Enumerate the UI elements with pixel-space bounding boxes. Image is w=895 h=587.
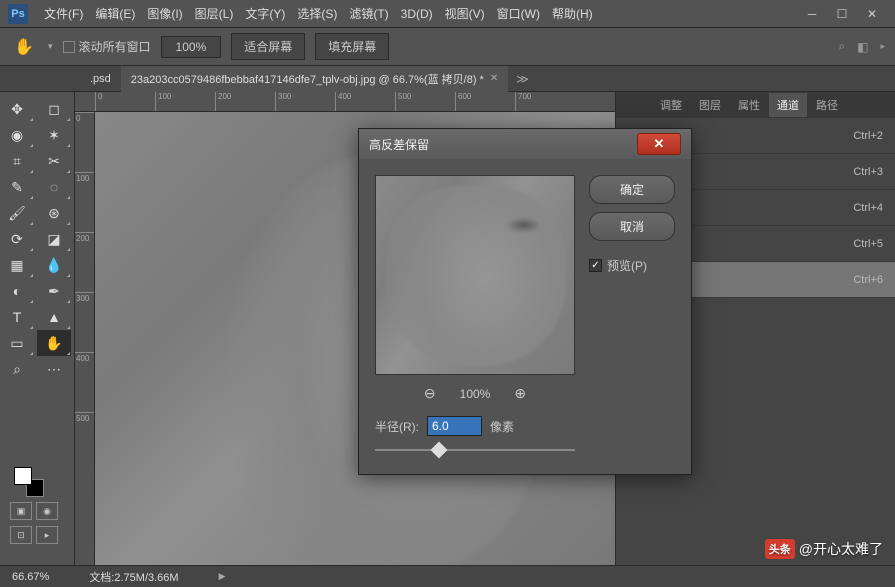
foreground-color[interactable] — [14, 467, 32, 485]
brush-tool[interactable]: 🖌 — [0, 200, 34, 226]
edit-toolbar[interactable]: ⋯ — [37, 356, 71, 382]
menu-select[interactable]: 选择(S) — [291, 5, 343, 22]
scroll-all-label: 滚动所有窗口 — [79, 38, 151, 55]
menu-bar: Ps 文件(F) 编辑(E) 图像(I) 图层(L) 文字(Y) 选择(S) 滤… — [0, 0, 895, 28]
zoom-level-box[interactable]: 100% — [161, 36, 222, 58]
tab-adjustments[interactable]: 调整 — [652, 93, 690, 117]
tabs-overflow-icon[interactable]: ≫ — [516, 72, 529, 86]
eraser-tool[interactable]: ◪ — [37, 226, 71, 252]
watermark: 头条 @开心太难了 — [765, 539, 883, 559]
fill-screen-button[interactable]: 填充屏幕 — [315, 33, 389, 60]
preview-zoom-value: 100% — [460, 387, 491, 401]
status-bar: 66.67% 文档:2.75M/3.66M ▶ — [0, 565, 895, 587]
chevron-down-icon[interactable]: ▾ — [48, 41, 53, 52]
menu-type[interactable]: 文字(Y) — [239, 5, 291, 22]
menu-window[interactable]: 窗口(W) — [491, 5, 546, 22]
zoom-tool[interactable]: ⌕ — [0, 356, 34, 382]
path-select-tool[interactable]: ▲ — [37, 304, 71, 330]
hand-tool[interactable]: ✋ — [37, 330, 71, 356]
scroll-all-checkbox[interactable]: 滚动所有窗口 — [63, 38, 151, 55]
dialog-titlebar[interactable]: 高反差保留 ✕ — [359, 129, 691, 159]
tab-paths[interactable]: 路径 — [808, 93, 846, 117]
lasso-tool[interactable]: ◉ — [0, 122, 34, 148]
watermark-brand: 头条 — [765, 539, 795, 559]
menu-image[interactable]: 图像(I) — [141, 5, 188, 22]
zoom-in-icon[interactable]: ⊕ — [514, 385, 526, 402]
type-tool[interactable]: T — [0, 304, 34, 330]
marquee-tool[interactable]: ◻ — [37, 96, 71, 122]
workspace-icon[interactable]: ◧ — [857, 40, 868, 54]
dialog-preview-image[interactable] — [375, 175, 575, 375]
chevron-right-icon[interactable]: ▸ — [36, 526, 58, 544]
gradient-tool[interactable]: ▦ — [0, 252, 34, 278]
stamp-tool[interactable]: ⊛ — [37, 200, 71, 226]
blur-tool[interactable]: 💧 — [37, 252, 71, 278]
fit-screen-button[interactable]: 适合屏幕 — [231, 33, 305, 60]
magic-wand-tool[interactable]: ✶ — [37, 122, 71, 148]
options-bar: ✋ ▾ 滚动所有窗口 100% 适合屏幕 填充屏幕 ⌕ ◧ ▸ — [0, 28, 895, 66]
tab-psd[interactable]: .psd — [80, 66, 121, 92]
tab-layers[interactable]: 图层 — [691, 93, 729, 117]
radius-label: 半径(R): — [375, 418, 419, 435]
app-logo: Ps — [8, 4, 28, 24]
screen-mode-icon[interactable]: ⊡ — [10, 526, 32, 544]
tab-jpg[interactable]: 23a203cc0579486fbebbaf417146dfe7_tplv-ob… — [121, 66, 508, 92]
maximize-button[interactable]: ☐ — [827, 4, 857, 24]
close-window-button[interactable]: ✕ — [857, 4, 887, 24]
menu-layer[interactable]: 图层(L) — [189, 5, 240, 22]
eyedropper-tool[interactable]: ✎ — [0, 174, 34, 200]
menu-help[interactable]: 帮助(H) — [546, 5, 599, 22]
menu-view[interactable]: 视图(V) — [439, 5, 491, 22]
document-tabs: .psd 23a203cc0579486fbebbaf417146dfe7_tp… — [0, 66, 895, 92]
status-doc: 文档:2.75M/3.66M — [89, 569, 178, 585]
horizontal-ruler: 0100200300400500600700 — [75, 92, 615, 112]
dialog-title-text: 高反差保留 — [369, 136, 429, 153]
menu-filter[interactable]: 滤镜(T) — [343, 5, 394, 22]
cancel-button[interactable]: 取消 — [589, 212, 675, 241]
dialog-close-button[interactable]: ✕ — [637, 133, 681, 155]
quickmask-mode-icon[interactable]: ◉ — [36, 502, 58, 520]
checkbox-icon: ✓ — [589, 259, 602, 272]
watermark-text: @开心太难了 — [799, 539, 883, 559]
crop-tool[interactable]: ⌗ — [0, 148, 34, 174]
search-icon[interactable]: ⌕ — [838, 39, 845, 54]
preview-checkbox[interactable]: ✓ 预览(P) — [589, 257, 675, 274]
slice-tool[interactable]: ✂ — [37, 148, 71, 174]
preview-label: 预览(P) — [607, 257, 647, 274]
shape-tool[interactable]: ▭ — [0, 330, 34, 356]
tab-label: .psd — [90, 73, 111, 85]
ok-button[interactable]: 确定 — [589, 175, 675, 204]
minimize-button[interactable]: ─ — [797, 4, 827, 24]
patch-tool[interactable]: ◌ — [37, 174, 71, 200]
standard-mode-icon[interactable]: ▣ — [10, 502, 32, 520]
radius-input[interactable] — [427, 416, 482, 436]
history-brush-tool[interactable]: ⟳ — [0, 226, 34, 252]
status-zoom: 66.67% — [12, 571, 49, 583]
tools-panel: ✥ ◻ ◉ ✶ ⌗ ✂ ✎ ◌ 🖌 ⊛ ⟳ ◪ ▦ 💧 ◐ ✒ T ▲ ▭ ✋ … — [0, 92, 75, 565]
close-tab-icon[interactable]: ✕ — [490, 73, 498, 84]
chevron-right-icon[interactable]: ▸ — [880, 41, 885, 52]
hand-tool-icon: ✋ — [10, 33, 38, 61]
zoom-out-icon[interactable]: ⊖ — [424, 385, 436, 402]
dodge-tool[interactable]: ◐ — [0, 278, 34, 304]
radius-slider[interactable] — [375, 442, 575, 458]
radius-unit: 像素 — [490, 418, 514, 435]
menu-3d[interactable]: 3D(D) — [395, 7, 439, 21]
tab-properties[interactable]: 属性 — [730, 93, 768, 117]
tab-channels[interactable]: 通道 — [769, 93, 807, 117]
status-menu-icon[interactable]: ▶ — [219, 571, 226, 582]
tab-label: 23a203cc0579486fbebbaf417146dfe7_tplv-ob… — [131, 71, 484, 87]
menu-file[interactable]: 文件(F) — [38, 5, 89, 22]
menu-edit[interactable]: 编辑(E) — [89, 5, 141, 22]
vertical-ruler: 0100200300400500 — [75, 112, 95, 565]
highpass-dialog: 高反差保留 ✕ ⊖ 100% ⊕ 半径(R): 像素 确定 取消 — [358, 128, 692, 475]
pen-tool[interactable]: ✒ — [37, 278, 71, 304]
move-tool[interactable]: ✥ — [0, 96, 34, 122]
